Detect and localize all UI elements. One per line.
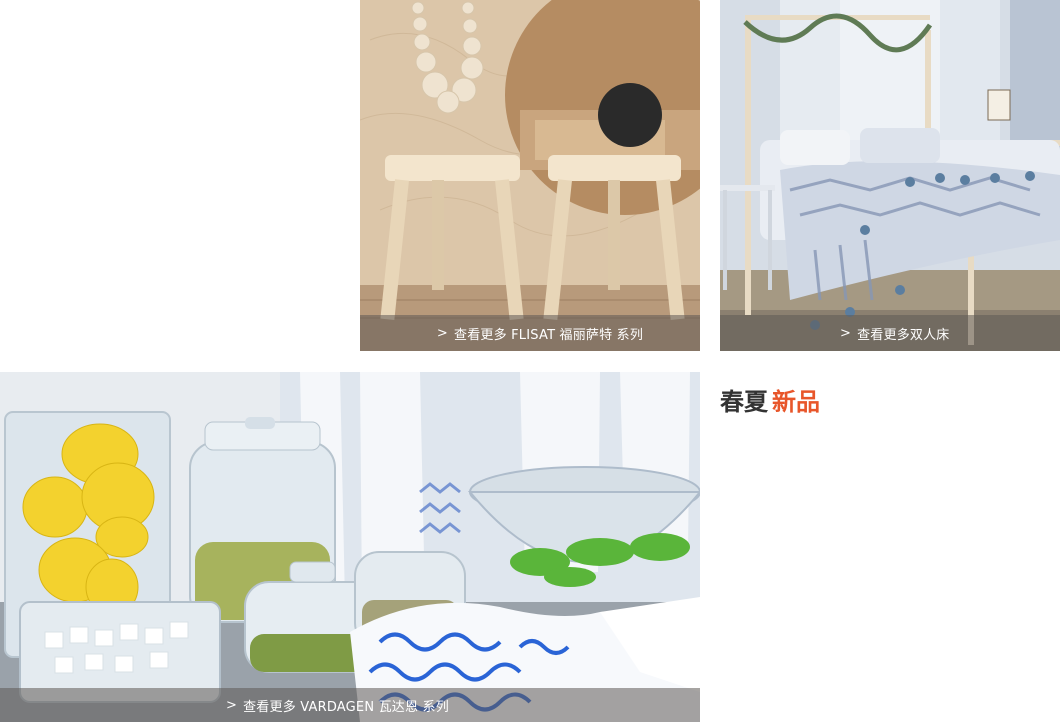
flisat-stools-tile[interactable]: > 查看更多 FLISAT 福丽萨特 系列	[360, 0, 700, 351]
page: > 查看更多 FLISAT 福丽萨特 系列 > 查看更多双人床 春夏 新品 > …	[0, 0, 1060, 722]
vardagen-jars-photo	[0, 372, 700, 722]
bed-caption-label: 查看更多双人床	[857, 327, 950, 343]
section-title-main: 春夏	[720, 388, 768, 416]
chevron-right-icon: >	[840, 325, 852, 341]
chevron-right-icon: >	[226, 697, 238, 713]
double-bed-tile[interactable]: > 查看更多双人床	[720, 0, 1060, 351]
flisat-caption[interactable]: > 查看更多 FLISAT 福丽萨特 系列	[360, 315, 700, 351]
flisat-caption-label: 查看更多 FLISAT 福丽萨特 系列	[454, 327, 644, 343]
vardagen-caption-label: 查看更多 VARDAGEN 瓦达恩 系列	[243, 699, 449, 715]
bed-caption[interactable]: > 查看更多双人床	[720, 315, 1060, 351]
section-title: 春夏 新品	[720, 382, 820, 417]
vardagen-caption[interactable]: > 查看更多 VARDAGEN 瓦达恩 系列	[0, 688, 700, 722]
section-title-accent: 新品	[772, 388, 820, 416]
chevron-right-icon: >	[436, 325, 448, 341]
double-bed-photo	[720, 0, 1060, 351]
flisat-stools-photo	[360, 0, 700, 351]
vardagen-jars-tile[interactable]: > 查看更多 VARDAGEN 瓦达恩 系列	[0, 372, 700, 722]
